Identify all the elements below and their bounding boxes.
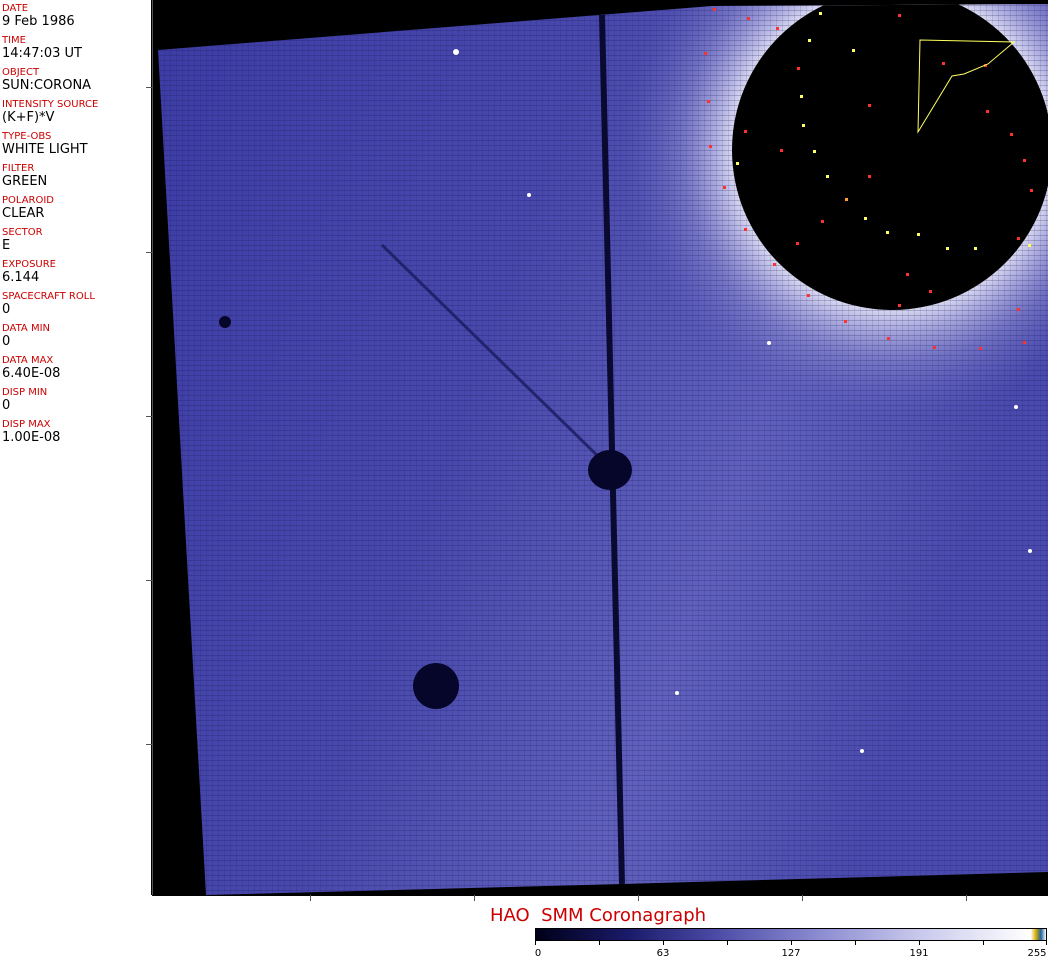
colorbar-tick	[791, 941, 792, 945]
dust-shadow	[413, 663, 459, 709]
field-value: E	[2, 238, 11, 253]
field-label: DISP MIN	[2, 387, 48, 398]
field-value: 0	[2, 334, 11, 349]
field-label: DATA MAX	[2, 355, 54, 366]
field-time: TIME 14:47:03 UT	[2, 35, 82, 61]
coronagraph-field	[158, 4, 1048, 895]
field-value: 0	[2, 398, 11, 413]
coronagraph-viewer: DATE 9 Feb 1986 TIME 14:47:03 UT OBJECT …	[0, 0, 1048, 960]
colorbar-label: 127	[781, 948, 801, 959]
field-sector: SECTOR E	[2, 227, 43, 253]
bright-star	[1028, 549, 1032, 553]
field-label: DATE	[2, 3, 29, 14]
field-data-min: DATA MIN 0	[2, 323, 50, 349]
field-label: POLAROID	[2, 195, 55, 206]
bright-star	[860, 749, 864, 753]
colorbar-label: 63	[656, 948, 670, 959]
field-label: OBJECT	[2, 67, 40, 78]
axis-tick	[474, 895, 475, 901]
field-label: SPACECRAFT ROLL	[2, 291, 95, 302]
coronagraph-image	[152, 0, 1048, 895]
colorbar	[535, 928, 1047, 941]
field-value: SUN:CORONA	[2, 78, 92, 93]
instrument-caption: HAO SMM Coronagraph	[489, 905, 707, 926]
field-value: 6.40E-08	[2, 366, 61, 381]
field-label: FILTER	[2, 163, 35, 174]
field-value: (K+F)*V	[2, 110, 55, 125]
colorbar-tick	[727, 941, 728, 945]
field-value: 6.144	[2, 270, 40, 285]
field-value: GREEN	[2, 174, 48, 189]
field-label: EXPOSURE	[2, 259, 57, 270]
axis-tick	[966, 895, 967, 901]
axis-tick	[146, 416, 152, 417]
bright-star	[527, 193, 531, 197]
axis-tick	[146, 252, 152, 253]
field-value: WHITE LIGHT	[2, 142, 88, 157]
axis-tick	[146, 87, 152, 88]
bright-star	[675, 691, 679, 695]
axis-tick	[638, 895, 639, 901]
axis-tick	[310, 895, 311, 901]
field-value: 1.00E-08	[2, 430, 61, 445]
field-label: INTENSITY SOURCE	[2, 99, 99, 110]
field-spacecraft-roll: SPACECRAFT ROLL 0	[2, 291, 95, 317]
field-value: 14:47:03 UT	[2, 46, 82, 61]
field-value: CLEAR	[2, 206, 45, 221]
bright-star	[453, 49, 459, 55]
header-info-panel: DATE 9 Feb 1986 TIME 14:47:03 UT OBJECT …	[0, 0, 152, 895]
field-label: DISP MAX	[2, 419, 51, 430]
colorbar-label: 191	[909, 948, 929, 959]
field-type-obs: TYPE-OBS WHITE LIGHT	[2, 131, 88, 157]
colorbar-tick	[855, 941, 856, 945]
field-filter: FILTER GREEN	[2, 163, 47, 189]
colorbar-tick	[1046, 941, 1047, 945]
field-disp-min: DISP MIN 0	[2, 387, 47, 413]
coronagraph-image-svg	[152, 0, 1048, 895]
field-label: SECTOR	[2, 227, 43, 238]
axis-tick	[802, 895, 803, 901]
pylon-hub	[588, 450, 632, 490]
field-polaroid: POLAROID CLEAR	[2, 195, 54, 221]
colorbar-label: 0	[534, 948, 542, 959]
colorbar-tick	[663, 941, 664, 945]
bright-star	[767, 341, 771, 345]
field-exposure: EXPOSURE 6.144	[2, 259, 56, 285]
field-value: 9 Feb 1986	[2, 14, 75, 29]
colorbar-tick	[983, 941, 984, 945]
bright-star	[1014, 405, 1018, 409]
colorbar-tick	[535, 941, 536, 945]
field-object: OBJECT SUN:CORONA	[2, 67, 91, 93]
field-value: 0	[2, 302, 11, 317]
axis-tick	[146, 580, 152, 581]
axis-tick	[146, 744, 152, 745]
colorbar-label: 255	[1027, 948, 1047, 959]
field-label: TYPE-OBS	[2, 131, 52, 142]
small-dust-shadow	[219, 316, 231, 328]
field-disp-max: DISP MAX 1.00E-08	[2, 419, 60, 445]
occulting-disk	[732, 4, 1048, 310]
field-data-max: DATA MAX 6.40E-08	[2, 355, 60, 381]
colorbar-tick	[599, 941, 600, 945]
field-intensity-source: INTENSITY SOURCE (K+F)*V	[2, 99, 98, 125]
colorbar-tick	[919, 941, 920, 945]
field-date: DATE 9 Feb 1986	[2, 3, 75, 29]
bottom-axis	[152, 895, 1048, 896]
field-label: TIME	[2, 35, 27, 46]
field-label: DATA MIN	[2, 323, 50, 334]
